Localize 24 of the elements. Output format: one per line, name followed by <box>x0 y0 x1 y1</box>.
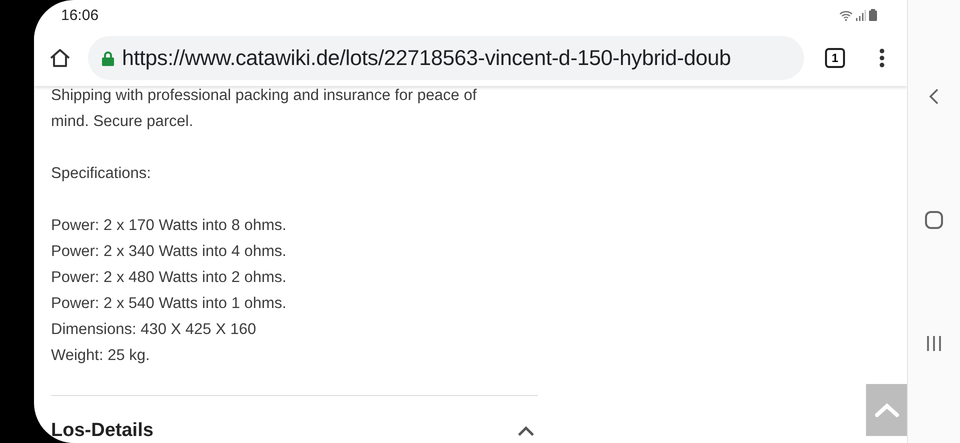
chevron-up-icon[interactable] <box>517 426 535 436</box>
description-line: Dimensions: 430 X 425 X 160 <box>51 320 256 340</box>
chevron-up-icon <box>874 402 900 418</box>
home-icon[interactable] <box>49 47 71 69</box>
lock-icon <box>102 50 114 66</box>
status-time: 16:06 <box>61 6 99 24</box>
signal-icon <box>856 10 866 20</box>
description-line: Power: 2 x 540 Watts into 1 ohms. <box>51 294 286 314</box>
description-line: Power: 2 x 480 Watts into 2 ohms. <box>51 268 286 288</box>
description-line: Power: 2 x 170 Watts into 8 ohms. <box>51 216 286 236</box>
menu-icon[interactable] <box>879 48 885 68</box>
home-button-icon[interactable] <box>925 211 944 229</box>
section-title[interactable]: Los-Details <box>51 420 154 442</box>
address-bar[interactable]: https://www.catawiki.de/lots/22718563-vincent-d-150-hybrid-doub <box>88 36 804 80</box>
description-line: mind. Secure parcel. <box>51 112 194 132</box>
wifi-icon <box>839 10 854 20</box>
recent-apps-icon[interactable] <box>926 335 942 352</box>
tab-count-button[interactable]: 1 <box>825 48 845 68</box>
description-line: Shipping with professional packing and insurance for peace of <box>51 86 477 106</box>
back-icon[interactable] <box>929 88 940 105</box>
description-line: Specifications: <box>51 164 151 184</box>
description-line: Power: 2 x 340 Watts into 4 ohms. <box>51 242 286 262</box>
battery-icon <box>869 9 878 21</box>
description-line: Weight: 25 kg. <box>51 346 150 366</box>
